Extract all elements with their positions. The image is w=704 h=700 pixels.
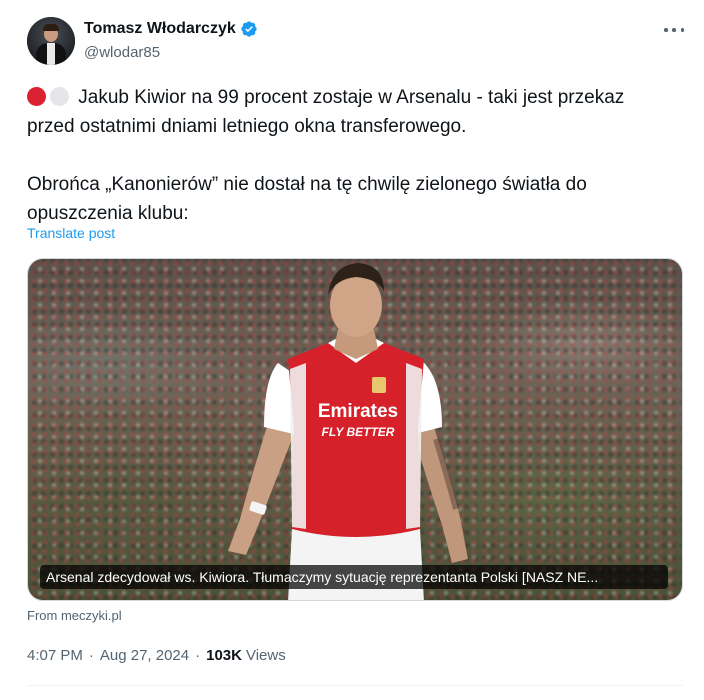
tweet-paragraph-2: Obrońca „Kanonierów” nie dostał na tę ch… bbox=[27, 174, 587, 224]
card-caption: Arsenal zdecydował ws. Kiwiora. Tłumaczy… bbox=[40, 565, 668, 589]
tweet-line-1: Jakub Kiwior na 99 procent zostaje w Ars… bbox=[27, 87, 625, 137]
meta-separator-2: · bbox=[195, 647, 201, 664]
jersey-sponsor-1: Emirates bbox=[318, 401, 398, 422]
tweet-text: Jakub Kiwior na 99 procent zostaje w Ars… bbox=[27, 83, 677, 228]
tweet-time[interactable]: 4:07 PM bbox=[27, 647, 83, 664]
tweet-paragraph-1: Jakub Kiwior na 99 procent zostaje w Ars… bbox=[27, 83, 677, 141]
translate-post-link[interactable]: Translate post bbox=[27, 225, 115, 241]
meta-separator: · bbox=[88, 647, 94, 664]
avatar[interactable] bbox=[27, 17, 75, 65]
jersey-sponsor-2: FLY BETTER bbox=[322, 425, 395, 439]
views-label: Views bbox=[245, 647, 286, 664]
verified-badge-icon bbox=[241, 21, 257, 37]
author-name-row: Tomasz Włodarczyk bbox=[84, 20, 258, 38]
author-handle[interactable]: @wlodar85 bbox=[84, 44, 160, 61]
link-card[interactable]: Emirates FLY BETTER Arsenal zdecydował w… bbox=[27, 258, 683, 601]
red-circle-emoji-icon bbox=[27, 87, 46, 106]
views-count: 103K bbox=[206, 647, 242, 664]
divider bbox=[27, 685, 683, 686]
card-source[interactable]: From meczyki.pl bbox=[27, 608, 122, 623]
player-illustration: Emirates FLY BETTER bbox=[228, 263, 468, 600]
tweet-date[interactable]: Aug 27, 2024 bbox=[100, 647, 189, 664]
author-name[interactable]: Tomasz Włodarczyk bbox=[84, 20, 236, 38]
tweet-meta: 4:07 PM · Aug 27, 2024 · 103K Views bbox=[27, 647, 286, 664]
white-circle-emoji-icon bbox=[50, 87, 69, 106]
more-horizontal-icon[interactable] bbox=[664, 22, 684, 38]
